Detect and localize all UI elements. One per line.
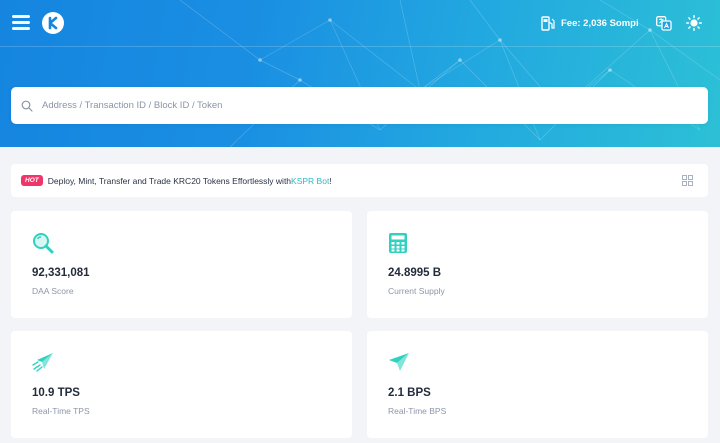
- banner-text: Deploy, Mint, Transfer and Trade KRC20 T…: [47, 175, 292, 186]
- translate-icon[interactable]: [656, 16, 672, 36]
- fast-plane-icon: [32, 353, 53, 372]
- stat-label: Real-Time TPS: [32, 406, 90, 416]
- sun-icon[interactable]: [686, 15, 702, 36]
- gas-pump-icon: [541, 15, 555, 31]
- search-bar[interactable]: [11, 87, 708, 124]
- stat-card-daa-score: 92,331,081 DAA Score: [11, 211, 352, 318]
- promo-banner: HOT Deploy, Mint, Transfer and Trade KRC…: [11, 164, 708, 197]
- stat-card-realtime-bps: 2.1 BPS Real-Time BPS: [367, 331, 708, 438]
- magnifier-icon: [33, 233, 54, 254]
- network-fee[interactable]: Fee: 2,036 Sompi: [541, 15, 639, 31]
- stat-card-current-supply: 24.8995 B Current Supply: [367, 211, 708, 318]
- kspr-bot-link[interactable]: KSPR Bot: [291, 176, 329, 186]
- search-input[interactable]: [42, 100, 682, 111]
- stat-card-realtime-tps: 10.9 TPS Real-Time TPS: [11, 331, 352, 438]
- kaspa-logo[interactable]: [42, 12, 64, 34]
- stat-label: Current Supply: [388, 286, 445, 296]
- stat-value: 10.9 TPS: [32, 387, 80, 399]
- stat-value: 2.1 BPS: [388, 387, 431, 399]
- calculator-icon: [389, 233, 407, 253]
- top-navigation-bar: Fee: 2,036 Sompi: [0, 0, 720, 47]
- stat-label: DAA Score: [32, 286, 74, 296]
- grid-view-icon[interactable]: [682, 175, 693, 186]
- paper-plane-icon: [389, 353, 409, 371]
- search-icon: [21, 100, 33, 112]
- stat-value: 24.8995 B: [388, 267, 442, 279]
- menu-icon[interactable]: [12, 15, 30, 31]
- fee-text: Fee: 2,036 Sompi: [561, 17, 639, 29]
- banner-suffix: !: [329, 175, 332, 186]
- stat-value: 92,331,081: [32, 267, 90, 279]
- hot-badge: HOT: [21, 175, 43, 186]
- stat-label: Real-Time BPS: [388, 406, 447, 416]
